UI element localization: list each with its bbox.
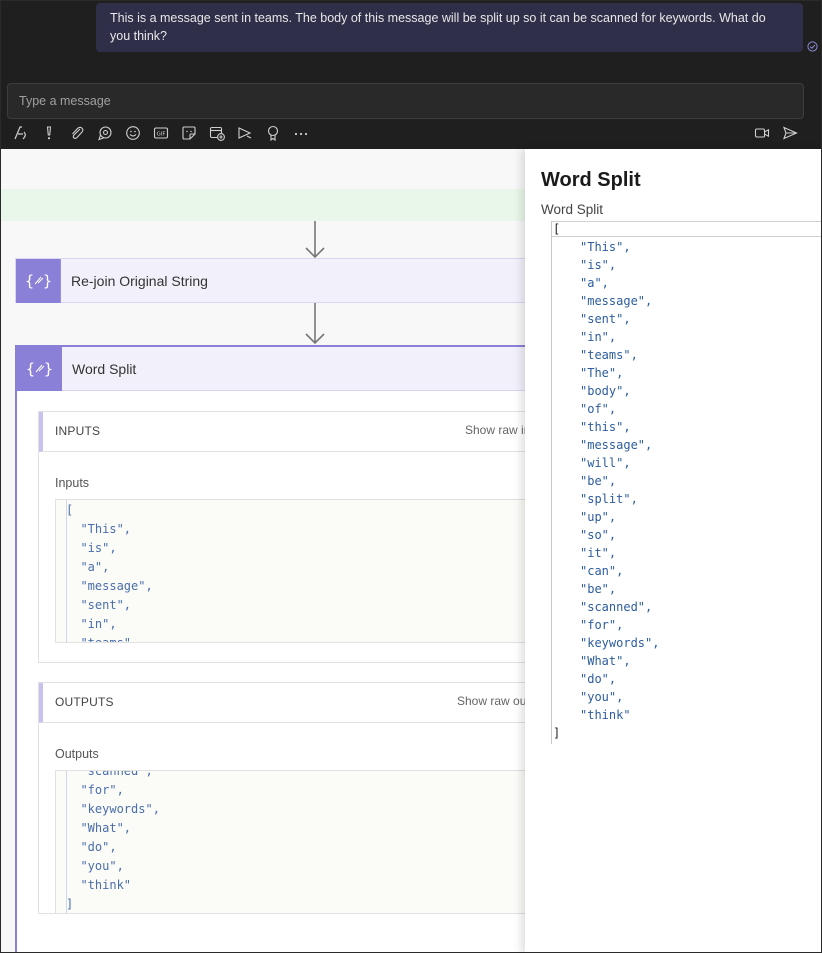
- important-icon[interactable]: [41, 125, 57, 141]
- outputs-label: Outputs: [55, 747, 99, 761]
- rejoin-action-title: Re-join Original String: [71, 273, 208, 289]
- panel-word-list: "This", "is", "a", "message", "sent", "i…: [580, 240, 660, 722]
- seen-check-icon: [807, 39, 818, 52]
- schedule-meeting-icon[interactable]: [209, 125, 225, 141]
- show-raw-inputs-link[interactable]: Show raw inputs: [465, 412, 527, 448]
- inputs-label: Inputs: [55, 476, 90, 490]
- compose-action-icon: { }: [17, 347, 62, 391]
- svg-text:{ }: { }: [26, 360, 53, 378]
- inputs-section-header: INPUTS Show raw inputs: [39, 412, 527, 452]
- inputs-header-label: INPUTS: [55, 424, 101, 438]
- flow-run-canvas: { } Re-join Original String { } Word Spl…: [1, 149, 527, 952]
- word-split-card-title: Word Split: [72, 361, 137, 377]
- panel-subtitle: Word Split: [541, 202, 604, 217]
- send-icon[interactable]: [782, 125, 798, 141]
- inputs-section: INPUTS Show raw inputs Inputs [ "This", …: [38, 411, 527, 663]
- screenshot-frame: This is a message sent in teams. The bod…: [0, 0, 822, 953]
- emoji-icon[interactable]: [125, 125, 141, 141]
- outputs-section-header: OUTPUTS Show raw outputs: [39, 683, 527, 723]
- code-current-line: [551, 221, 821, 237]
- gif-icon[interactable]: GIF: [153, 125, 169, 141]
- praise-icon[interactable]: [265, 125, 281, 141]
- outputs-section: OUTPUTS Show raw outputs Outputs "scanne…: [38, 682, 527, 914]
- panel-title: Word Split: [541, 169, 641, 191]
- format-icon[interactable]: [13, 125, 29, 141]
- outputs-header-label: OUTPUTS: [55, 695, 114, 709]
- attach-icon[interactable]: [69, 125, 85, 141]
- svg-text:{ }: { }: [25, 272, 52, 290]
- compose-action-icon: { }: [16, 259, 61, 303]
- connector-arrow-icon-2: [303, 303, 327, 350]
- code-gutter: [551, 221, 552, 744]
- word-split-detail-panel: Word Split Word Split [ "This", "is", "a…: [525, 149, 821, 952]
- svg-text:GIF: GIF: [156, 132, 165, 138]
- rejoin-action-card[interactable]: { } Re-join Original String: [15, 258, 525, 303]
- teams-chat-pane: This is a message sent in teams. The bod…: [1, 1, 821, 149]
- chat-message-bubble[interactable]: This is a message sent in teams. The bod…: [96, 3, 803, 52]
- run-status-bar: [1, 189, 525, 221]
- show-raw-outputs-link[interactable]: Show raw outputs: [457, 683, 527, 719]
- sticker-icon[interactable]: [181, 125, 197, 141]
- inputs-code-text: [ "This", "is", "a", "message", "sent", …: [66, 503, 153, 643]
- word-split-card-header[interactable]: { } Word Split: [17, 347, 525, 391]
- meet-now-icon[interactable]: [754, 125, 770, 141]
- open-bracket: [: [553, 222, 561, 236]
- more-icon[interactable]: [293, 125, 309, 141]
- stream-icon[interactable]: [237, 125, 253, 141]
- chat-message-text: This is a message sent in teams. The bod…: [110, 11, 766, 43]
- loop-icon[interactable]: [97, 125, 113, 141]
- word-split-action-card: { } Word Split INPUTS Show raw inputs In…: [15, 345, 527, 952]
- inputs-code-box[interactable]: [ "This", "is", "a", "message", "sent", …: [55, 499, 527, 643]
- panel-code-view[interactable]: [ "This", "is", "a", "message", "sent", …: [551, 221, 821, 744]
- compose-message-input[interactable]: Type a message: [7, 83, 804, 119]
- compose-placeholder: Type a message: [19, 94, 111, 108]
- outputs-code-box[interactable]: "scanned", "for", "keywords", "What", "d…: [55, 770, 527, 914]
- outputs-code-text: "scanned", "for", "keywords", "What", "d…: [66, 770, 160, 911]
- close-bracket: ]: [553, 726, 561, 740]
